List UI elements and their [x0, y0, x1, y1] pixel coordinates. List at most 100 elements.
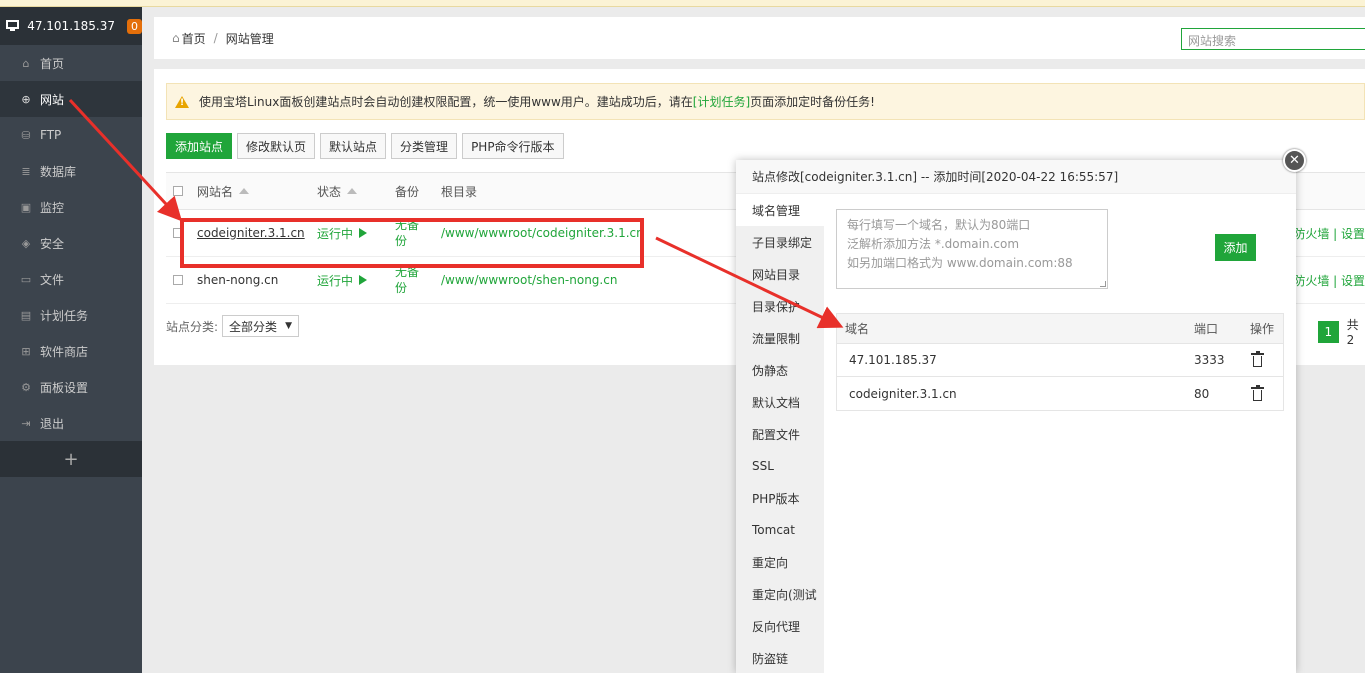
placeholder-line: 如另加端口格式为 www.domain.com:88 — [847, 256, 1073, 270]
row-checkbox[interactable] — [173, 275, 183, 285]
modal-tab[interactable]: 默认文档 — [736, 386, 824, 418]
sidebar-item[interactable]: ⊕ 网站 — [0, 81, 142, 117]
calendar-icon: ▤ — [20, 308, 32, 322]
domain-table-header: 域名 端口 操作 — [837, 314, 1283, 344]
category-manage-button[interactable]: 分类管理 — [391, 133, 458, 159]
info-alert: 使用宝塔Linux面板创建站点时会自动创建权限配置，统一使用www用户。建站成功… — [166, 83, 1365, 120]
chevron-down-icon: ▼ — [285, 321, 292, 331]
sidebar-item[interactable]: ≣ 数据库 — [0, 153, 142, 189]
category-filter: 站点分类: 全部分类 ▼ — [166, 315, 299, 337]
sidebar-item-label: 首页 — [40, 56, 65, 71]
scheduled-task-link[interactable]: [计划任务] — [693, 93, 750, 110]
modal-tab[interactable]: 重定向 — [736, 546, 824, 578]
default-site-button[interactable]: 默认站点 — [320, 133, 387, 159]
resize-handle-icon[interactable] — [1100, 281, 1106, 287]
sidebar-item[interactable]: ⚙ 面板设置 — [0, 369, 142, 405]
annotation-highlight-box — [180, 218, 644, 268]
trash-icon — [1251, 384, 1264, 401]
category-label: 站点分类: — [166, 319, 219, 334]
delete-domain-button[interactable] — [1251, 377, 1264, 410]
modal-tab[interactable]: SSL — [736, 450, 824, 482]
port-value: 3333 — [1194, 353, 1225, 367]
modal-tab[interactable]: 网站目录 — [736, 258, 824, 290]
sidebar-item[interactable]: ⇥ 退出 — [0, 405, 142, 441]
modal-tab[interactable]: Tomcat — [736, 514, 824, 546]
modal-title: 站点修改[codeigniter.3.1.cn] -- 添加时间[2020-04… — [736, 160, 1296, 194]
modal-tab[interactable]: 重定向(测试 — [736, 578, 824, 610]
col-site-name[interactable]: 网站名 — [197, 173, 250, 209]
sidebar-item-label: 网站 — [40, 92, 65, 107]
edit-default-page-button[interactable]: 修改默认页 — [237, 133, 316, 159]
browser-top-strip — [0, 0, 1365, 7]
add-menu-button[interactable]: + — [0, 441, 142, 477]
add-site-button[interactable]: 添加站点 — [166, 133, 233, 159]
home-icon: ⌂ — [172, 31, 180, 45]
sidebar-item[interactable]: ▤ 计划任务 — [0, 297, 142, 333]
trash-icon — [1251, 351, 1264, 367]
play-icon — [359, 275, 368, 285]
add-domain-button[interactable]: 添加 — [1215, 234, 1256, 261]
sidebar-item-label: FTP — [40, 128, 62, 142]
delete-domain-button[interactable] — [1251, 344, 1264, 376]
modal-tab[interactable]: 流量限制 — [736, 322, 824, 354]
modal-tab[interactable]: PHP版本 — [736, 482, 824, 514]
apps-icon: ⊞ — [21, 344, 31, 358]
database-icon: ≣ — [21, 164, 31, 178]
alert-text-after: 页面添加定时备份任务! — [750, 95, 875, 109]
sidebar: 47.101.185.37 0 ⌂ 首页 ⊕ 网站 ⛁ FTP ≣ 数据库 ▣ 监控 ◈ 安全 ▭ 文件 ▤… — [0, 7, 142, 673]
sidebar-item[interactable]: ⊞ 软件商店 — [0, 333, 142, 369]
sidebar-item-label: 安全 — [40, 236, 65, 251]
site-search-input[interactable]: 网站搜索 — [1181, 28, 1365, 50]
modal-tab[interactable]: 配置文件 — [736, 418, 824, 450]
modal-tab[interactable]: 伪静态 — [736, 354, 824, 386]
col-port: 端口 — [1194, 322, 1219, 336]
domain-row: 47.101.185.37 3333 — [837, 344, 1283, 377]
row-ops[interactable]: 防火墙 | 设置 — [1293, 210, 1365, 256]
col-backup: 备份 — [395, 184, 420, 199]
breadcrumb-current: 网站管理 — [225, 31, 274, 46]
sidebar-item[interactable]: ⛁ FTP — [0, 117, 142, 153]
sidebar-item-label: 文件 — [40, 272, 65, 287]
placeholder-line: 每行填写一个域名，默认为80端口 — [847, 218, 1031, 232]
domain-row: codeigniter.3.1.cn 80 — [837, 377, 1283, 410]
sidebar-item-label: 面板设置 — [40, 380, 89, 395]
warning-icon — [175, 95, 189, 108]
modal-tab[interactable]: 子目录绑定 — [736, 226, 824, 258]
sort-icon — [239, 188, 250, 194]
breadcrumb-separator: / — [213, 31, 218, 45]
page-1-button[interactable]: 1 — [1318, 320, 1339, 343]
row-ops[interactable]: 防火墙 | 设置 — [1293, 257, 1365, 303]
sidebar-item[interactable]: ◈ 安全 — [0, 225, 142, 261]
breadcrumb-home[interactable]: 首页 — [182, 30, 206, 47]
modal-tab[interactable]: 反向代理 — [736, 610, 824, 642]
folder-icon: ▭ — [20, 272, 32, 286]
modal-tab[interactable]: 目录保护 — [736, 290, 824, 322]
sidebar-item[interactable]: ⌂ 首页 — [0, 45, 142, 81]
domain-textarea[interactable]: 每行填写一个域名，默认为80端口 泛解析添加方法 *.domain.com 如另… — [836, 209, 1108, 289]
modal-tab[interactable]: 域名管理 — [736, 194, 824, 226]
server-header[interactable]: 47.101.185.37 0 — [0, 7, 142, 45]
sidebar-item[interactable]: ▭ 文件 — [0, 261, 142, 297]
category-select[interactable]: 全部分类 ▼ — [222, 315, 299, 337]
col-root: 根目录 — [441, 184, 478, 199]
sidebar-item-label: 退出 — [40, 416, 65, 431]
sidebar-item[interactable]: ▣ 监控 — [0, 189, 142, 225]
shield-icon: ◈ — [21, 236, 31, 250]
notification-badge[interactable]: 0 — [127, 18, 142, 34]
site-toolbar: 添加站点 修改默认页 默认站点 分类管理 PHP命令行版本 — [166, 133, 564, 159]
col-status[interactable]: 状态 — [317, 173, 358, 209]
monitor-icon — [6, 20, 21, 32]
modal-close-button[interactable]: ✕ — [1283, 149, 1306, 172]
select-all-checkbox[interactable] — [173, 186, 183, 196]
home-icon: ⌂ — [22, 56, 30, 70]
site-edit-modal: 站点修改[codeigniter.3.1.cn] -- 添加时间[2020-04… — [736, 160, 1296, 673]
sidebar-item-label: 监控 — [40, 200, 65, 215]
modal-tab[interactable]: 防盗链 — [736, 642, 824, 673]
monitor-icon: ▣ — [20, 200, 32, 214]
php-cli-version-button[interactable]: PHP命令行版本 — [462, 133, 564, 159]
logout-icon: ⇥ — [21, 416, 31, 430]
globe-icon: ⊕ — [21, 92, 31, 106]
placeholder-line: 泛解析添加方法 *.domain.com — [847, 237, 1020, 251]
sidebar-item-label: 计划任务 — [40, 308, 89, 323]
sidebar-item-label: 软件商店 — [40, 344, 89, 359]
